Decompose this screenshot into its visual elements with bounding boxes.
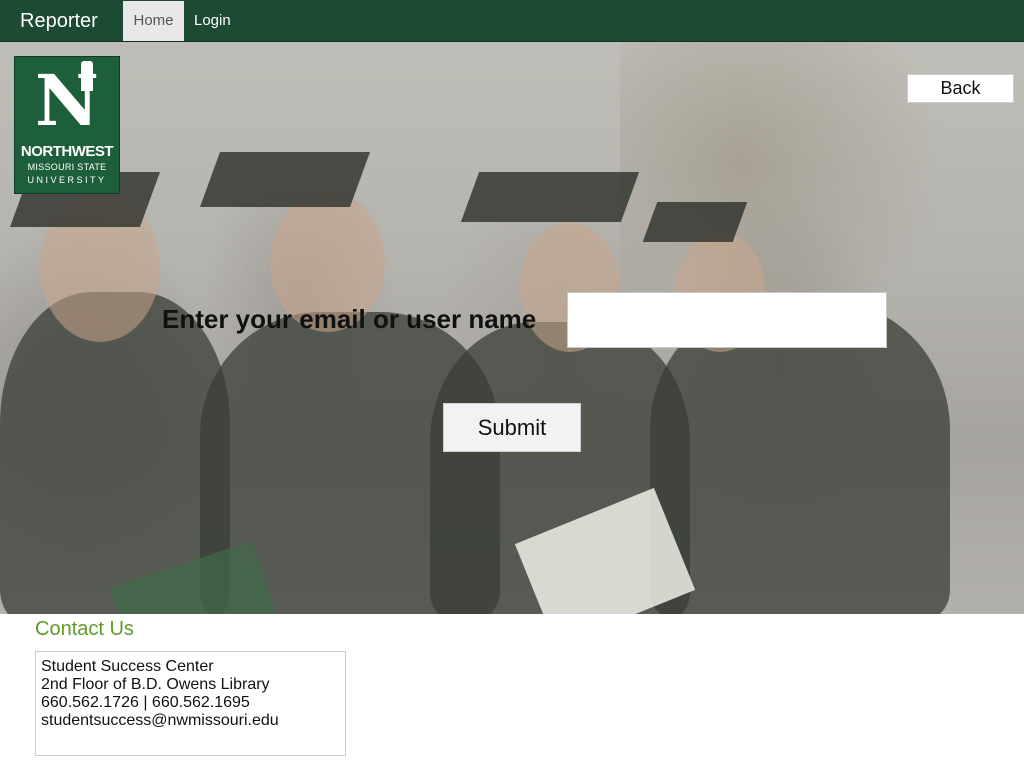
email-username-input[interactable] <box>567 292 887 348</box>
nav-item-login[interactable]: Login <box>184 1 239 41</box>
contact-info-box: Student Success Center 2nd Floor of B.D.… <box>35 651 346 756</box>
contact-line-office: Student Success Center <box>41 658 214 675</box>
contact-line-location: 2nd Floor of B.D. Owens Library <box>41 676 270 693</box>
graduation-cap <box>642 202 748 242</box>
nav-item-home[interactable]: Home <box>123 1 184 41</box>
logo-text-university: UNIVERSITY <box>27 175 107 185</box>
logo-text-missouri-state: MISSOURI STATE <box>27 162 107 172</box>
contact-us-heading: Contact Us <box>35 618 134 640</box>
logo-text-northwest: NORTHWEST <box>20 143 114 160</box>
top-navbar: Reporter Home Login <box>0 0 1024 42</box>
email-username-label: Enter your email or user name <box>162 304 537 334</box>
contact-line-email[interactable]: studentsuccess@nwmissouri.edu <box>41 712 340 730</box>
hero-background: N NORTHWEST MISSOURI STATE UNIVERSITY Ba… <box>0 42 1024 614</box>
logo-letter: N <box>35 59 99 142</box>
university-logo: N NORTHWEST MISSOURI STATE UNIVERSITY <box>14 56 120 194</box>
graduation-cap <box>460 172 640 222</box>
back-button[interactable]: Back <box>907 74 1014 103</box>
contact-line-phone: 660.562.1726 | 660.562.1695 <box>41 694 250 711</box>
graduation-cap <box>199 152 371 207</box>
app-brand[interactable]: Reporter <box>20 0 98 42</box>
submit-button[interactable]: Submit <box>443 403 581 452</box>
graduate-figure <box>650 302 950 614</box>
